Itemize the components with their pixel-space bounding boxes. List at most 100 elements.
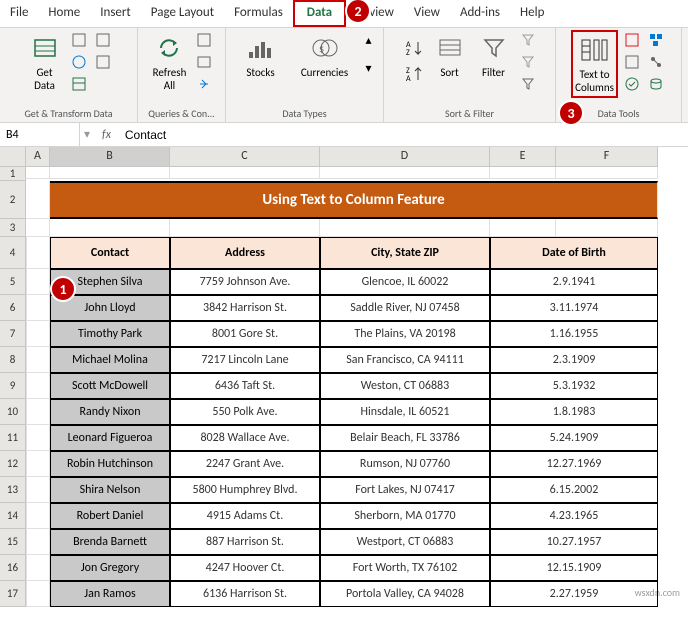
cell-contact[interactable]: Jon Gregory xyxy=(50,555,170,581)
cell-city[interactable]: Westport, CT 06883 xyxy=(320,529,490,555)
row-header[interactable]: 1 xyxy=(0,167,26,181)
cell-address[interactable]: 7217 Lincoln Lane xyxy=(170,347,320,373)
cell-city[interactable]: Saddle River, NJ 07458 xyxy=(320,295,490,321)
from-table-button[interactable] xyxy=(69,74,89,94)
refresh-all-button[interactable]: Refresh All xyxy=(149,30,191,94)
row-header[interactable]: 15 xyxy=(0,529,26,555)
fx-icon[interactable]: fx xyxy=(94,128,119,142)
cell-city[interactable]: San Francisco, CA 94111 xyxy=(320,347,490,373)
cell-city[interactable]: Weston, CT 06883 xyxy=(320,373,490,399)
reapply-button[interactable] xyxy=(518,52,538,72)
row-header[interactable]: 2 xyxy=(0,181,26,219)
menu-file[interactable]: File xyxy=(0,0,38,27)
cell-contact[interactable]: Robin Hutchinson xyxy=(50,451,170,477)
from-text-button[interactable] xyxy=(69,30,89,50)
datatype-prev-button[interactable]: ▴ xyxy=(359,30,379,50)
menu-home[interactable]: Home xyxy=(38,0,90,27)
recent-sources-button[interactable] xyxy=(93,30,113,50)
cell-dob[interactable]: 2.27.1959 xyxy=(490,581,658,607)
col-header-e[interactable]: E xyxy=(490,147,556,167)
col-header-f[interactable]: F xyxy=(556,147,658,167)
row-header[interactable]: 4 xyxy=(0,237,26,269)
cell-address[interactable]: 8028 Wallace Ave. xyxy=(170,425,320,451)
cell-address[interactable]: 3842 Harrison St. xyxy=(170,295,320,321)
cell-dob[interactable]: 4.23.1965 xyxy=(490,503,658,529)
col-header-a[interactable]: A xyxy=(26,147,50,167)
cell-dob[interactable]: 12.15.1909 xyxy=(490,555,658,581)
col-header-d[interactable]: D xyxy=(320,147,490,167)
cell-dob[interactable]: 2.9.1941 xyxy=(490,269,658,295)
formula-input[interactable] xyxy=(119,126,688,144)
cell-city[interactable]: Belair Beach, FL 33786 xyxy=(320,425,490,451)
sort-az-button[interactable]: AZ xyxy=(402,36,426,60)
cell-dob[interactable]: 1.16.1955 xyxy=(490,321,658,347)
row-header[interactable]: 10 xyxy=(0,399,26,425)
cell-city[interactable]: Hinsdale, IL 60521 xyxy=(320,399,490,425)
cell-city[interactable]: Fort Worth, TX 76102 xyxy=(320,555,490,581)
cell-city[interactable]: Sherborn, MA 01770 xyxy=(320,503,490,529)
menu-view[interactable]: View xyxy=(404,0,450,27)
menu-help[interactable]: Help xyxy=(510,0,554,27)
header-contact[interactable]: Contact xyxy=(50,237,170,269)
cell-dob[interactable]: 12.27.1969 xyxy=(490,451,658,477)
datatype-next-button[interactable]: ▾ xyxy=(359,58,379,78)
name-box[interactable]: B4 xyxy=(0,123,80,146)
row-header[interactable]: 16 xyxy=(0,555,26,581)
cell-dob[interactable]: 3.11.1974 xyxy=(490,295,658,321)
cell-contact[interactable]: Timothy Park xyxy=(50,321,170,347)
from-web-button[interactable] xyxy=(69,52,89,72)
row-header[interactable]: 11 xyxy=(0,425,26,451)
cell-address[interactable]: 4247 Hoover Ct. xyxy=(170,555,320,581)
cell-contact[interactable]: Jan Ramos xyxy=(50,581,170,607)
row-header[interactable]: 3 xyxy=(0,219,26,237)
cell-contact[interactable]: Shira Nelson xyxy=(50,477,170,503)
select-all-corner[interactable] xyxy=(0,147,26,167)
col-header-c[interactable]: C xyxy=(170,147,320,167)
cell-contact[interactable]: Michael Molina xyxy=(50,347,170,373)
menu-data[interactable]: Data xyxy=(293,0,346,27)
cell-dob[interactable]: 5.3.1932 xyxy=(490,373,658,399)
cell-address[interactable]: 8001 Gore St. xyxy=(170,321,320,347)
row-header[interactable]: 17 xyxy=(0,581,26,607)
advanced-filter-button[interactable] xyxy=(518,74,538,94)
cell-address[interactable]: 550 Polk Ave. xyxy=(170,399,320,425)
edit-links-button[interactable] xyxy=(194,74,214,94)
remove-duplicates-button[interactable] xyxy=(622,52,642,72)
cell-dob[interactable]: 1.8.1983 xyxy=(490,399,658,425)
cell-dob[interactable]: 10.27.1957 xyxy=(490,529,658,555)
header-city-state-zip[interactable]: City, State ZIP xyxy=(320,237,490,269)
cell-dob[interactable]: 5.24.1909 xyxy=(490,425,658,451)
cell-dob[interactable]: 6.15.2002 xyxy=(490,477,658,503)
cell-city[interactable]: Portola Valley, CA 94028 xyxy=(320,581,490,607)
queries-button[interactable] xyxy=(194,30,214,50)
cell-contact[interactable]: Brenda Barnett xyxy=(50,529,170,555)
text-to-columns-button[interactable]: Text to Columns xyxy=(571,30,618,98)
cell-address[interactable]: 7759 Johnson Ave. xyxy=(170,269,320,295)
row-header[interactable]: 13 xyxy=(0,477,26,503)
existing-connections-button[interactable] xyxy=(93,52,113,72)
currencies-button[interactable]: $ Currencies xyxy=(295,30,355,81)
row-header[interactable]: 14 xyxy=(0,503,26,529)
get-data-button[interactable]: Get Data xyxy=(25,30,65,94)
row-header[interactable]: 9 xyxy=(0,373,26,399)
menu-addins[interactable]: Add-ins xyxy=(450,0,510,27)
menu-formulas[interactable]: Formulas xyxy=(224,0,293,27)
cell-address[interactable]: 887 Harrison St. xyxy=(170,529,320,555)
row-header[interactable]: 5 xyxy=(0,269,26,295)
col-header-b[interactable]: B xyxy=(50,147,170,167)
sort-button[interactable]: Sort xyxy=(430,30,470,81)
cell-address[interactable]: 4915 Adams Ct. xyxy=(170,503,320,529)
cell-contact[interactable]: Scott McDowell xyxy=(50,373,170,399)
cell-city[interactable]: Fort Lakes, NJ 07417 xyxy=(320,477,490,503)
cell-address[interactable]: 6136 Harrison St. xyxy=(170,581,320,607)
header-dob[interactable]: Date of Birth xyxy=(490,237,658,269)
flash-fill-button[interactable] xyxy=(622,30,642,50)
cell-contact[interactable]: Leonard Figueroa xyxy=(50,425,170,451)
clear-filter-button[interactable] xyxy=(518,30,538,50)
header-address[interactable]: Address xyxy=(170,237,320,269)
stocks-button[interactable]: Stocks xyxy=(231,30,291,81)
consolidate-button[interactable] xyxy=(646,30,666,50)
menu-page-layout[interactable]: Page Layout xyxy=(141,0,224,27)
data-validation-button[interactable] xyxy=(622,74,642,94)
properties-button[interactable] xyxy=(194,52,214,72)
